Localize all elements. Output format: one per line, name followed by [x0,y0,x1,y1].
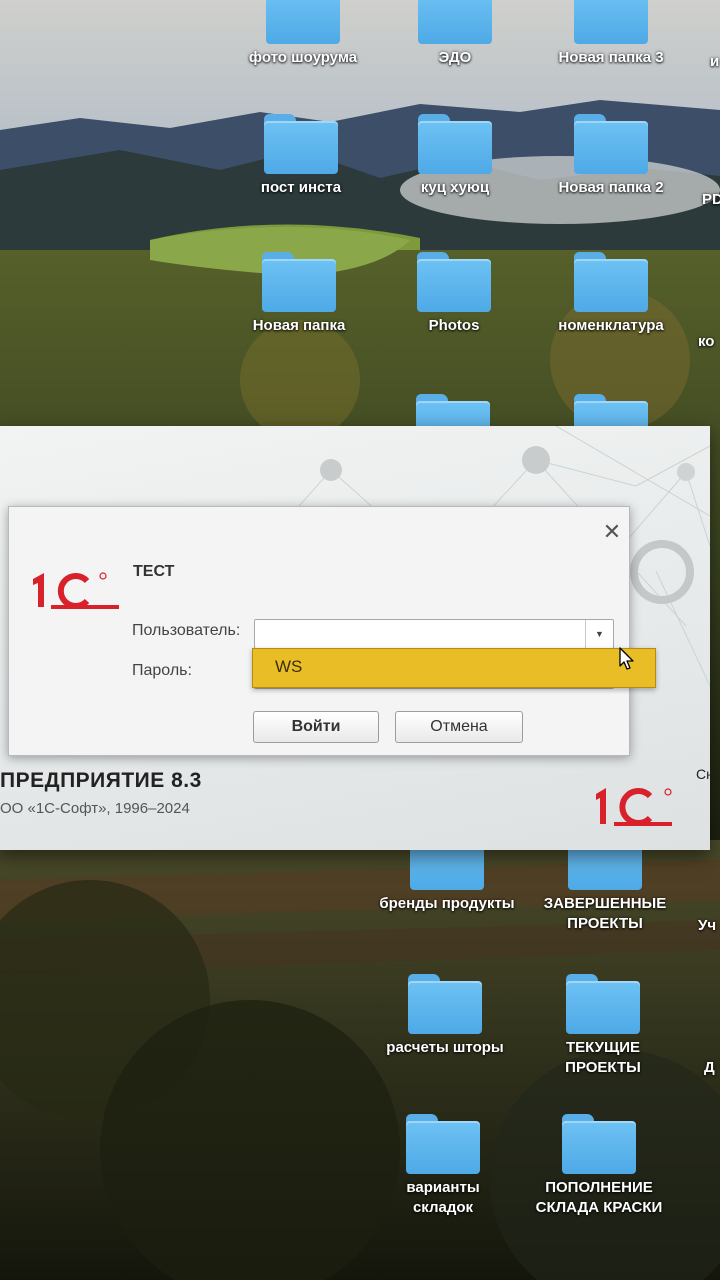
folder-label: ПОПОЛНЕНИЕ СКЛАДА КРАСКИ [535,1179,663,1216]
folder-label: ТЕКУЩИЕ ПРОЕКТЫ [565,1039,641,1076]
folder-icon-current-projects[interactable]: ТЕКУЩИЕ ПРОЕКТЫ [528,974,678,1078]
folder-icon-partial[interactable]: Д [704,1054,720,1078]
folder-label: Д [704,1059,715,1076]
folder-icon [574,114,648,174]
password-label: Пароль: [132,662,192,679]
product-title: ПРЕДПРИЯТИЕ 8.3 [0,769,202,792]
copyright-text: ОО «1С-Софт», 1996–2024 [0,800,190,817]
folder-icon-photos[interactable]: Photos [379,252,529,336]
folder-label: бренды продукты [379,895,515,912]
folder-icon-partial[interactable]: PD [702,186,720,210]
user-combobox[interactable]: ▼ [254,619,614,649]
folder-icon-fold-variants[interactable]: варианты складок [368,1114,518,1218]
user-dropdown-list: WS [252,648,656,688]
folder-label: Photos [428,317,480,334]
folder-icon [566,974,640,1034]
folder-icon [408,974,482,1034]
folder-icon-new-folder-3[interactable]: Новая папка 3 [536,0,686,68]
folder-icon [574,252,648,312]
folder-icon [406,1114,480,1174]
folder-icon-edo[interactable]: ЭДО [380,0,530,68]
infobase-name: ТЕСТ [133,563,175,580]
folder-label: пост инста [260,179,342,196]
folder-label: фото шоурума [248,49,358,66]
close-icon[interactable]: ✕ [601,521,623,543]
folder-label: Новая папка 2 [558,179,664,196]
folder-icon-partial[interactable]: Уч [698,912,720,936]
folder-icon [266,0,340,44]
folder-icon [574,0,648,44]
cancel-button[interactable]: Отмена [395,711,523,743]
onec-logo [33,572,119,609]
folder-label: номенклатура [558,317,664,334]
folder-icon [417,252,491,312]
folder-icon-paint-restock[interactable]: ПОПОЛНЕНИЕ СКЛАДА КРАСКИ [524,1114,674,1218]
folder-label: варианты складок [406,1179,480,1216]
edge-text: Сн [696,766,710,782]
user-input[interactable] [255,620,583,648]
dropdown-option-ws[interactable]: WS [275,657,302,677]
folder-label: ЗАВЕРШЕННЫЕ ПРОЕКТЫ [543,895,667,932]
folder-icon [562,1114,636,1174]
folder-icon-post-insta[interactable]: пост инста [226,114,376,198]
login-button[interactable]: Войти [253,711,379,743]
folder-label: PD [702,191,720,208]
login-dialog: ✕ ТЕСТ Пользователь: ▼ Пароль: Войти Отм… [8,506,630,756]
folder-icon [418,0,492,44]
folder-icon [418,114,492,174]
folder-icon [262,252,336,312]
folder-label: Уч [698,917,717,934]
folder-icon-nomenclature[interactable]: номенклатура [536,252,686,336]
chevron-down-icon[interactable]: ▼ [585,620,613,648]
folder-label: куц хуюц [420,179,490,196]
folder-label: Новая папка [252,317,346,334]
user-label: Пользователь: [132,622,241,639]
folder-label: Новая папка 3 [558,49,664,66]
folder-icon-new-folder[interactable]: Новая папка [224,252,374,336]
onec-logo [596,788,672,826]
folder-icon-foto-showroom[interactable]: фото шоурума [228,0,378,68]
folder-icon-new-folder-2[interactable]: Новая папка 2 [536,114,686,198]
folder-icon-kuts-huyuts[interactable]: куц хуюц [380,114,530,198]
folder-icon [264,114,338,174]
folder-icon-partial[interactable]: ко [698,328,720,352]
folder-label: ко [698,333,715,350]
mouse-cursor-icon [619,647,634,670]
folder-label: ЭДО [438,49,472,66]
folder-icon-curtain-calc[interactable]: расчеты шторы [370,974,520,1058]
folder-label: расчеты шторы [386,1039,504,1056]
folder-label: и [710,53,720,70]
folder-icon-partial[interactable]: и [710,48,720,72]
